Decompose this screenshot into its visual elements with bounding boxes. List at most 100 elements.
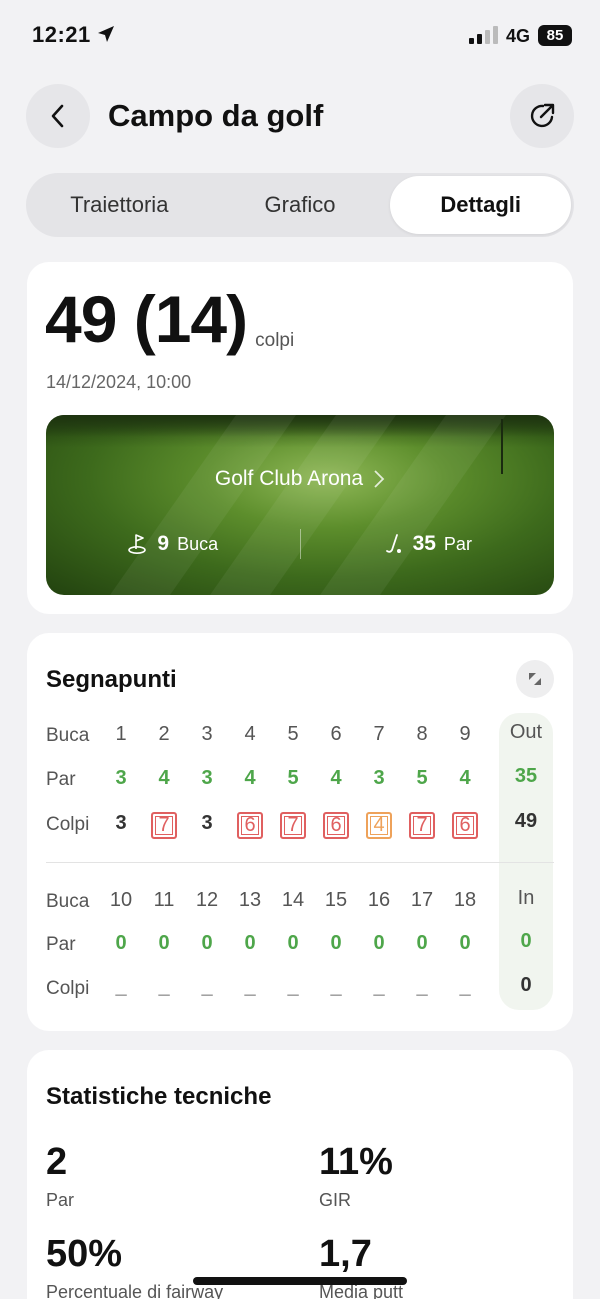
par-cell: 0 (373, 932, 385, 954)
stroke-cell: 3 (201, 812, 213, 834)
par-cell: 4 (158, 767, 170, 789)
stroke-cell-over-par: 4 (359, 812, 399, 839)
over-par-box: 7 (280, 812, 306, 839)
row-label: Colpi (46, 978, 90, 999)
hole-number-cell: 18 (453, 889, 477, 911)
scorecard-card: Segnapunti Buca 1 2 3 4 5 6 7 8 9 Out Par 3 4 3 4 5 4 3 5 4 3… (27, 633, 573, 1031)
hole-number-cell: 10 (109, 889, 133, 911)
home-indicator (193, 1277, 407, 1285)
stroke-cell: _ (201, 976, 213, 998)
banner-stats: 9 Buca 35 Par (46, 527, 554, 561)
hole-number-cell: 7 (373, 723, 385, 745)
par-cell: 0 (158, 932, 170, 954)
par-cell: 4 (459, 767, 471, 789)
hole-number-cell: 5 (287, 723, 299, 745)
flag-pole (501, 419, 503, 474)
chevron-left-icon (51, 104, 64, 128)
segmented-tabs: Traiettoria Grafico Dettagli (26, 173, 574, 237)
scorecard-row-front-strokes: Colpi 3 7 3 6 7 6 4 7 6 49 (27, 810, 573, 840)
over-par-box: 7 (409, 812, 435, 839)
stat-value: 11% (319, 1141, 393, 1183)
scorecard-row-back-hole: Buca 10 11 12 13 14 15 16 17 18 In (27, 887, 573, 917)
hole-number-cell: 1 (115, 723, 127, 745)
row-label: Par (46, 934, 76, 955)
par-label: Par (443, 533, 472, 554)
par-cell: 4 (244, 767, 256, 789)
par-cell: 0 (330, 932, 342, 954)
stat-value: 1,7 (319, 1233, 372, 1275)
score-line: 49 (14) colpi (45, 284, 294, 354)
stroke-cell: _ (287, 976, 299, 998)
over-par-box: 6 (237, 812, 263, 839)
scorecard-row-back-strokes: Colpi _ _ _ _ _ _ _ _ _ 0 (27, 974, 573, 1004)
par-cell: 0 (201, 932, 213, 954)
total-strokes-cell: 49 (514, 810, 538, 832)
stroke-cell: _ (244, 976, 256, 998)
row-label: Buca (46, 725, 90, 746)
battery-indicator: 85 (538, 25, 572, 46)
stat-putt: 1,7 Media putt (319, 1232, 403, 1299)
stat-value: 50% (46, 1233, 123, 1275)
total-score: 49 (14) (45, 282, 248, 356)
hole-number-cell: 17 (410, 889, 434, 911)
over-par-box: 6 (323, 812, 349, 839)
cellular-signal-icon (469, 26, 498, 44)
tab-grafico[interactable]: Grafico (210, 176, 391, 234)
par-cell: 0 (244, 932, 256, 954)
course-name: Golf Club Arona (214, 467, 364, 490)
stat-gir: 11% GIR (319, 1140, 393, 1211)
course-banner[interactable]: Golf Club Arona 9 Buca 35 Par (46, 415, 554, 595)
scorecard-row-back-par: Par 0 0 0 0 0 0 0 0 0 0 (27, 930, 573, 960)
stat-label: Par (46, 1190, 75, 1210)
chevron-right-icon (374, 470, 385, 488)
row-label: Buca (46, 891, 90, 912)
hole-number-cell: 11 (153, 889, 175, 911)
par-cell: 3 (115, 767, 127, 789)
hole-number-cell: 3 (201, 723, 213, 745)
stroke-cell-over-par: 7 (402, 812, 442, 839)
stat-value: 2 (46, 1141, 68, 1183)
technical-stats-card: Statistiche tecniche 2 Par 11% GIR 50% P… (27, 1050, 573, 1299)
hole-number-cell: 8 (416, 723, 428, 745)
par-cell: 5 (287, 767, 299, 789)
tab-dettagli[interactable]: Dettagli (390, 176, 572, 234)
par-cell: 0 (459, 932, 471, 954)
hole-number-cell: 9 (459, 723, 471, 745)
total-strokes-cell: 0 (520, 974, 532, 996)
page-title: Campo da golf (108, 98, 324, 133)
stat-par: 2 Par (46, 1140, 74, 1211)
stroke-cell: _ (115, 976, 127, 998)
location-arrow-icon (98, 26, 114, 42)
share-button[interactable] (510, 84, 574, 148)
stroke-cell-over-par: 7 (273, 812, 313, 839)
scorecard-row-front-par: Par 3 4 3 4 5 4 3 5 4 35 (27, 765, 573, 795)
scorecard-row-front-hole: Buca 1 2 3 4 5 6 7 8 9 Out (27, 721, 573, 751)
par-cell: 3 (201, 767, 213, 789)
round-summary-card: 49 (14) colpi 14/12/2024, 10:00 Golf Clu… (27, 262, 573, 614)
holes-stat: 9 Buca (46, 532, 300, 556)
row-label: Par (46, 769, 76, 790)
share-icon (530, 103, 555, 128)
scorecard-title: Segnapunti (46, 666, 177, 693)
stroke-cell: 3 (115, 812, 127, 834)
stat-fairway: 50% Percentuale di fairway (46, 1232, 223, 1299)
expand-button[interactable] (516, 660, 554, 698)
tab-traiettoria[interactable]: Traiettoria (29, 176, 210, 234)
total-par-cell: 35 (514, 765, 538, 787)
stroke-cell: _ (158, 976, 170, 998)
round-date: 14/12/2024, 10:00 (46, 372, 192, 392)
stroke-cell-over-par: 6 (316, 812, 356, 839)
status-bar: 12:21 4G 85 (0, 0, 600, 70)
hole-number-cell: 4 (244, 723, 256, 745)
back-button[interactable] (26, 84, 90, 148)
total-hole-cell: In (517, 887, 535, 909)
over-par-box: 4 (366, 812, 392, 839)
stroke-cell-over-par: 7 (144, 812, 184, 839)
course-link[interactable]: Golf Club Arona (46, 467, 554, 491)
par-stat: 35 Par (301, 532, 555, 556)
stroke-cell-over-par: 6 (445, 812, 485, 839)
score-unit: colpi (255, 330, 295, 351)
par-cell: 4 (330, 767, 342, 789)
stat-label: GIR (319, 1190, 352, 1210)
stroke-cell: _ (416, 976, 428, 998)
